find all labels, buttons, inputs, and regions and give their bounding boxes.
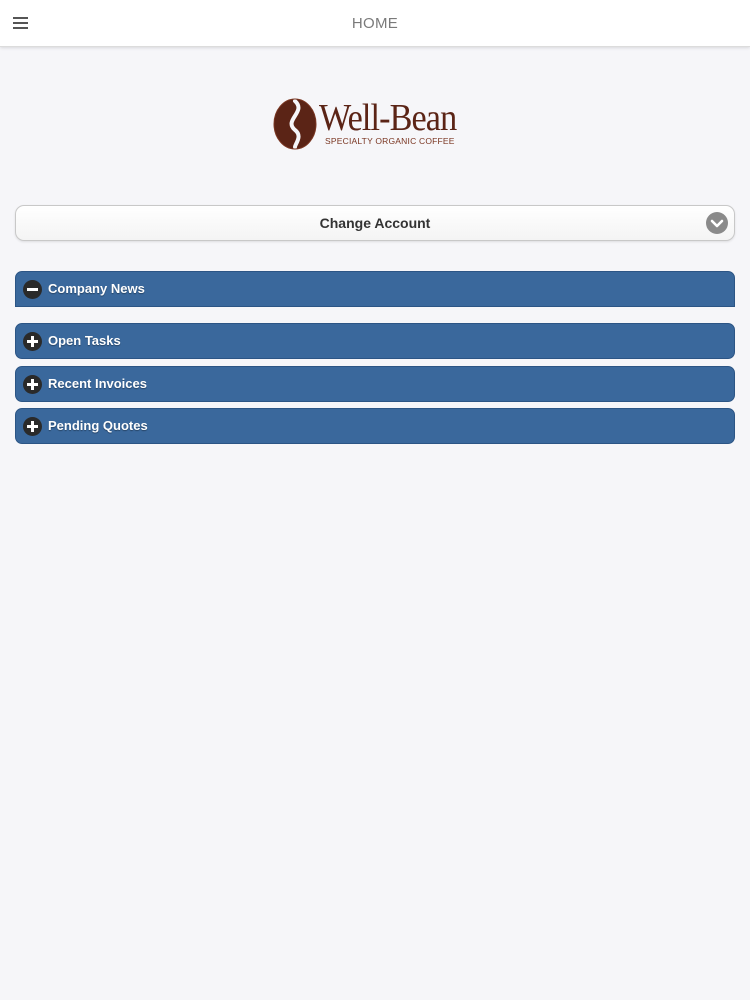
panel-pending-quotes[interactable]: Pending Quotes: [15, 408, 735, 444]
panel-label: Open Tasks: [48, 333, 121, 348]
change-account-label: Change Account: [319, 215, 431, 231]
panel-label: Pending Quotes: [48, 418, 148, 433]
panel-company-news[interactable]: Company News: [15, 271, 735, 307]
logo-tagline: SPECIALTY ORGANIC COFFEE: [325, 136, 455, 146]
logo-wordmark: Well-Bean: [319, 97, 457, 139]
change-account-select[interactable]: Change Account: [15, 205, 735, 241]
well-bean-logo: Well-Bean SPECIALTY ORGANIC COFFEE: [273, 96, 473, 154]
coffee-bean-icon: [273, 98, 317, 150]
minus-icon: [23, 280, 42, 299]
panel-label: Company News: [48, 281, 145, 296]
top-bar: HOME: [0, 0, 750, 47]
panel-recent-invoices[interactable]: Recent Invoices: [15, 366, 735, 402]
plus-icon: [23, 332, 42, 351]
plus-icon: [23, 417, 42, 436]
plus-icon: [23, 375, 42, 394]
chevron-down-icon: [706, 212, 728, 234]
panel-label: Recent Invoices: [48, 376, 147, 391]
page-title: HOME: [351, 15, 399, 32]
panel-open-tasks[interactable]: Open Tasks: [15, 323, 735, 359]
